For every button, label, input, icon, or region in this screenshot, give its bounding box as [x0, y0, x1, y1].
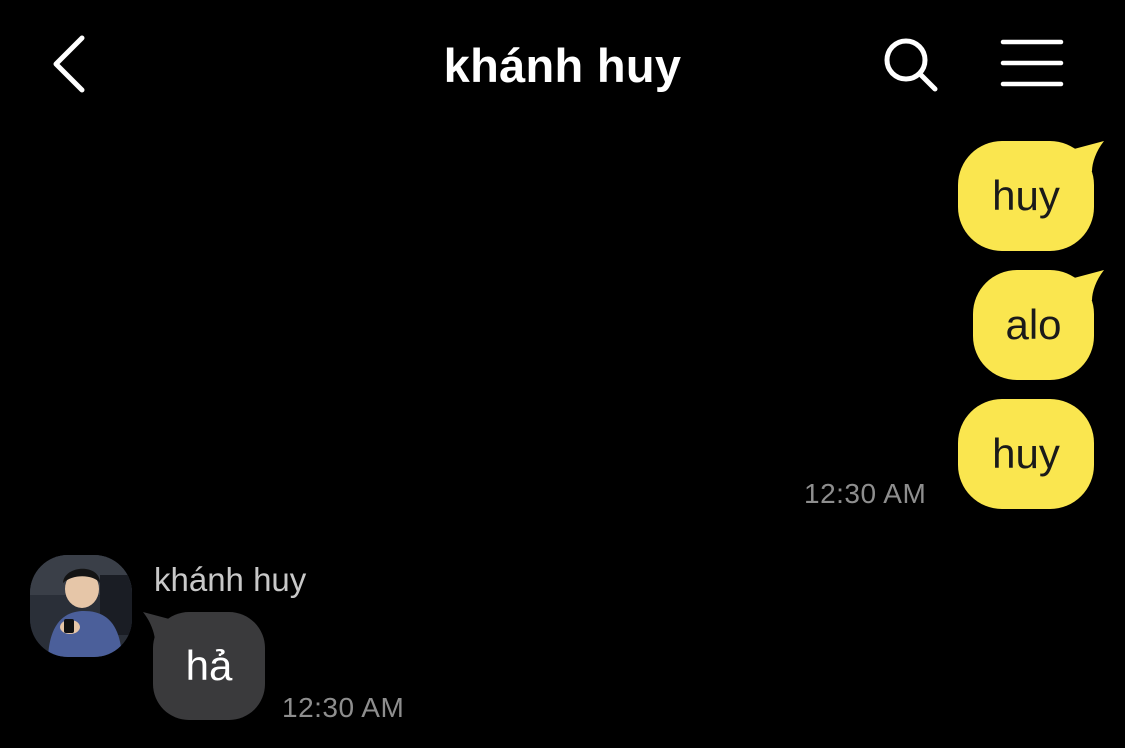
message-text: hả [185, 642, 233, 689]
chat-title: khánh huy [443, 39, 682, 92]
search-icon [884, 38, 938, 92]
avatar-photo [30, 555, 132, 657]
hamburger-menu-icon [1000, 39, 1064, 87]
sender-name: khánh huy [154, 561, 307, 598]
outgoing-message-bubble[interactable]: huy [958, 399, 1094, 509]
outgoing-message-bubble[interactable]: alo [973, 270, 1104, 380]
outgoing-message-bubble[interactable]: huy [958, 141, 1104, 251]
bubble-tail [1074, 270, 1104, 300]
incoming-message-bubble[interactable]: hả [143, 612, 265, 720]
menu-button[interactable] [1000, 38, 1064, 88]
outgoing-timestamp: 12:30 AM [804, 478, 927, 509]
search-button[interactable] [882, 36, 940, 94]
message-text: huy [992, 430, 1060, 477]
message-text: huy [992, 172, 1060, 219]
bubble-tail [1074, 141, 1104, 171]
message-text: alo [1005, 301, 1062, 348]
chat-screen: khánh huy huy alo huy 12:30 AM khánh huy… [0, 0, 1125, 748]
chat-header: khánh huy [0, 0, 1125, 130]
avatar[interactable] [30, 555, 132, 657]
bubble-tail [143, 612, 173, 642]
incoming-timestamp: 12:30 AM [282, 692, 405, 723]
